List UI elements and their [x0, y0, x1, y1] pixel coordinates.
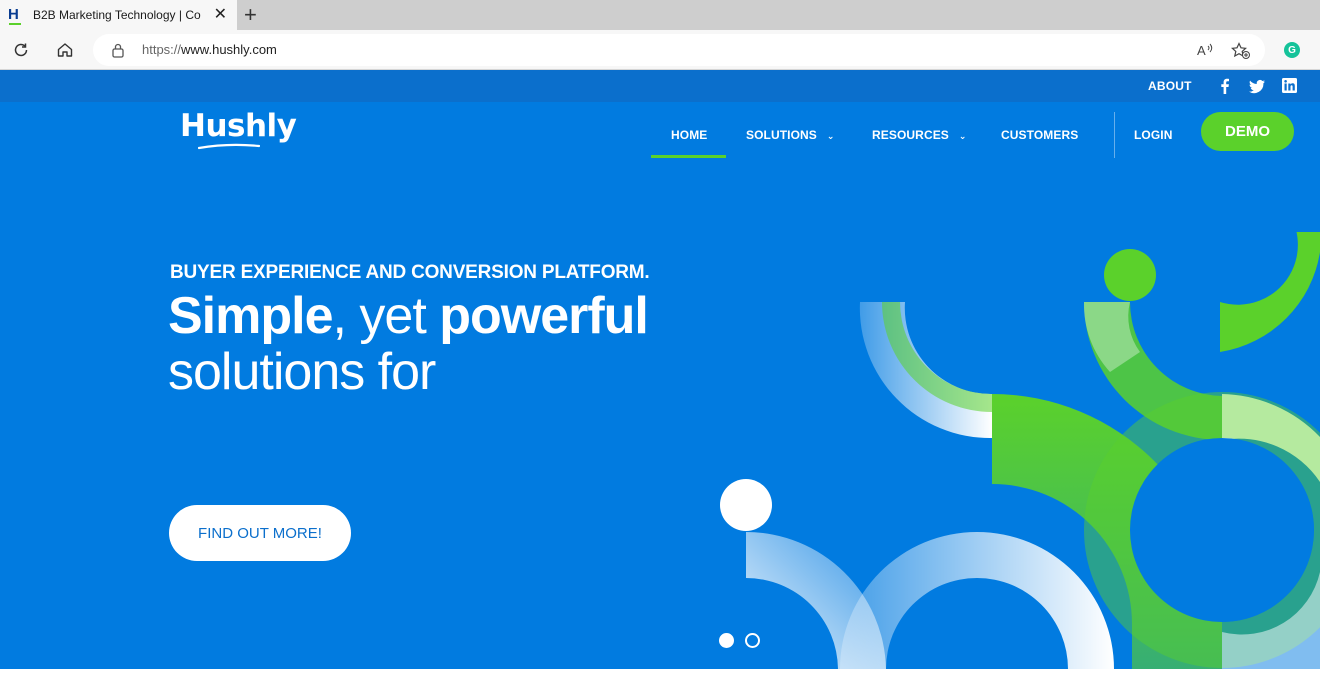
- nav-home-active-indicator: [651, 155, 726, 158]
- grammarly-extension-icon[interactable]: G: [1284, 42, 1300, 58]
- demo-button[interactable]: DEMO: [1201, 112, 1294, 151]
- svg-text:A: A: [1197, 43, 1206, 58]
- chevron-down-icon: ⌄: [826, 131, 835, 141]
- headline-bold-powerful: powerful: [439, 287, 649, 345]
- nav-solutions[interactable]: SOLUTIONS ⌄: [746, 128, 835, 142]
- new-tab-icon[interactable]: +: [244, 3, 257, 27]
- hero-section: Hushly HOME SOLUTIONS ⌄ RESOURCES ⌄ CUSTOM…: [0, 102, 1320, 669]
- slider-dot-2[interactable]: [745, 633, 760, 648]
- linkedin-icon[interactable]: [1282, 78, 1298, 94]
- nav-home[interactable]: HOME: [671, 128, 707, 142]
- nav-resources-label: RESOURCES: [872, 128, 949, 142]
- headline-mid: , yet: [332, 287, 440, 345]
- twitter-icon[interactable]: [1249, 78, 1265, 94]
- find-out-more-button[interactable]: FIND OUT MORE!: [169, 505, 351, 561]
- facebook-icon[interactable]: [1217, 78, 1233, 94]
- headline-bold-simple: Simple: [168, 287, 333, 345]
- art-arc-white-bottom: [840, 532, 1114, 669]
- about-link[interactable]: ABOUT: [1148, 79, 1192, 93]
- hero-headline: Simple, yet powerful solutions for: [168, 287, 649, 401]
- nav-customers[interactable]: CUSTOMERS: [1001, 128, 1078, 142]
- url-text: https://www.hushly.com: [142, 42, 277, 57]
- hero-decorative-artwork: [720, 232, 1320, 669]
- read-aloud-icon[interactable]: A: [1197, 42, 1215, 63]
- close-tab-icon[interactable]: ✕: [214, 6, 227, 24]
- add-favorite-icon[interactable]: [1231, 42, 1251, 65]
- page-bottom-edge: [0, 669, 1320, 683]
- art-dot-green: [1104, 249, 1156, 301]
- browser-tab[interactable]: H B2B Marketing Technology | Con ✕: [0, 0, 237, 30]
- address-bar[interactable]: https://www.hushly.com A: [93, 34, 1265, 66]
- url-host: www.hushly.com: [181, 42, 277, 57]
- hushly-favicon-icon: H: [8, 7, 22, 25]
- tab-title: B2B Marketing Technology | Con: [33, 8, 201, 22]
- art-dot-white: [720, 479, 772, 531]
- art-ring-green-top-right: [1220, 232, 1320, 352]
- lock-icon: [111, 42, 125, 63]
- nav-solutions-label: SOLUTIONS: [746, 128, 817, 142]
- chevron-down-icon: ⌄: [958, 131, 967, 141]
- slider-dot-1[interactable]: [719, 633, 734, 648]
- headline-line-2: solutions for: [168, 343, 436, 401]
- art-ring-right-inner: [1130, 438, 1314, 622]
- browser-toolbar: https://www.hushly.com A: [0, 30, 1320, 70]
- hero-kicker: BUYER EXPERIENCE AND CONVERSION PLATFORM…: [170, 262, 650, 283]
- home-icon[interactable]: [53, 38, 77, 62]
- url-scheme: https://: [142, 42, 182, 57]
- nav-resources[interactable]: RESOURCES ⌄: [872, 128, 967, 142]
- utility-strip: ABOUT: [0, 70, 1320, 102]
- nav-divider: [1114, 112, 1115, 158]
- logo-swoosh-icon: [198, 143, 260, 150]
- browser-tab-bar: H B2B Marketing Technology | Con ✕ +: [0, 0, 1320, 30]
- nav-login[interactable]: LOGIN: [1134, 128, 1173, 142]
- reload-icon[interactable]: [9, 38, 33, 62]
- hushly-logo[interactable]: Hushly: [180, 108, 297, 144]
